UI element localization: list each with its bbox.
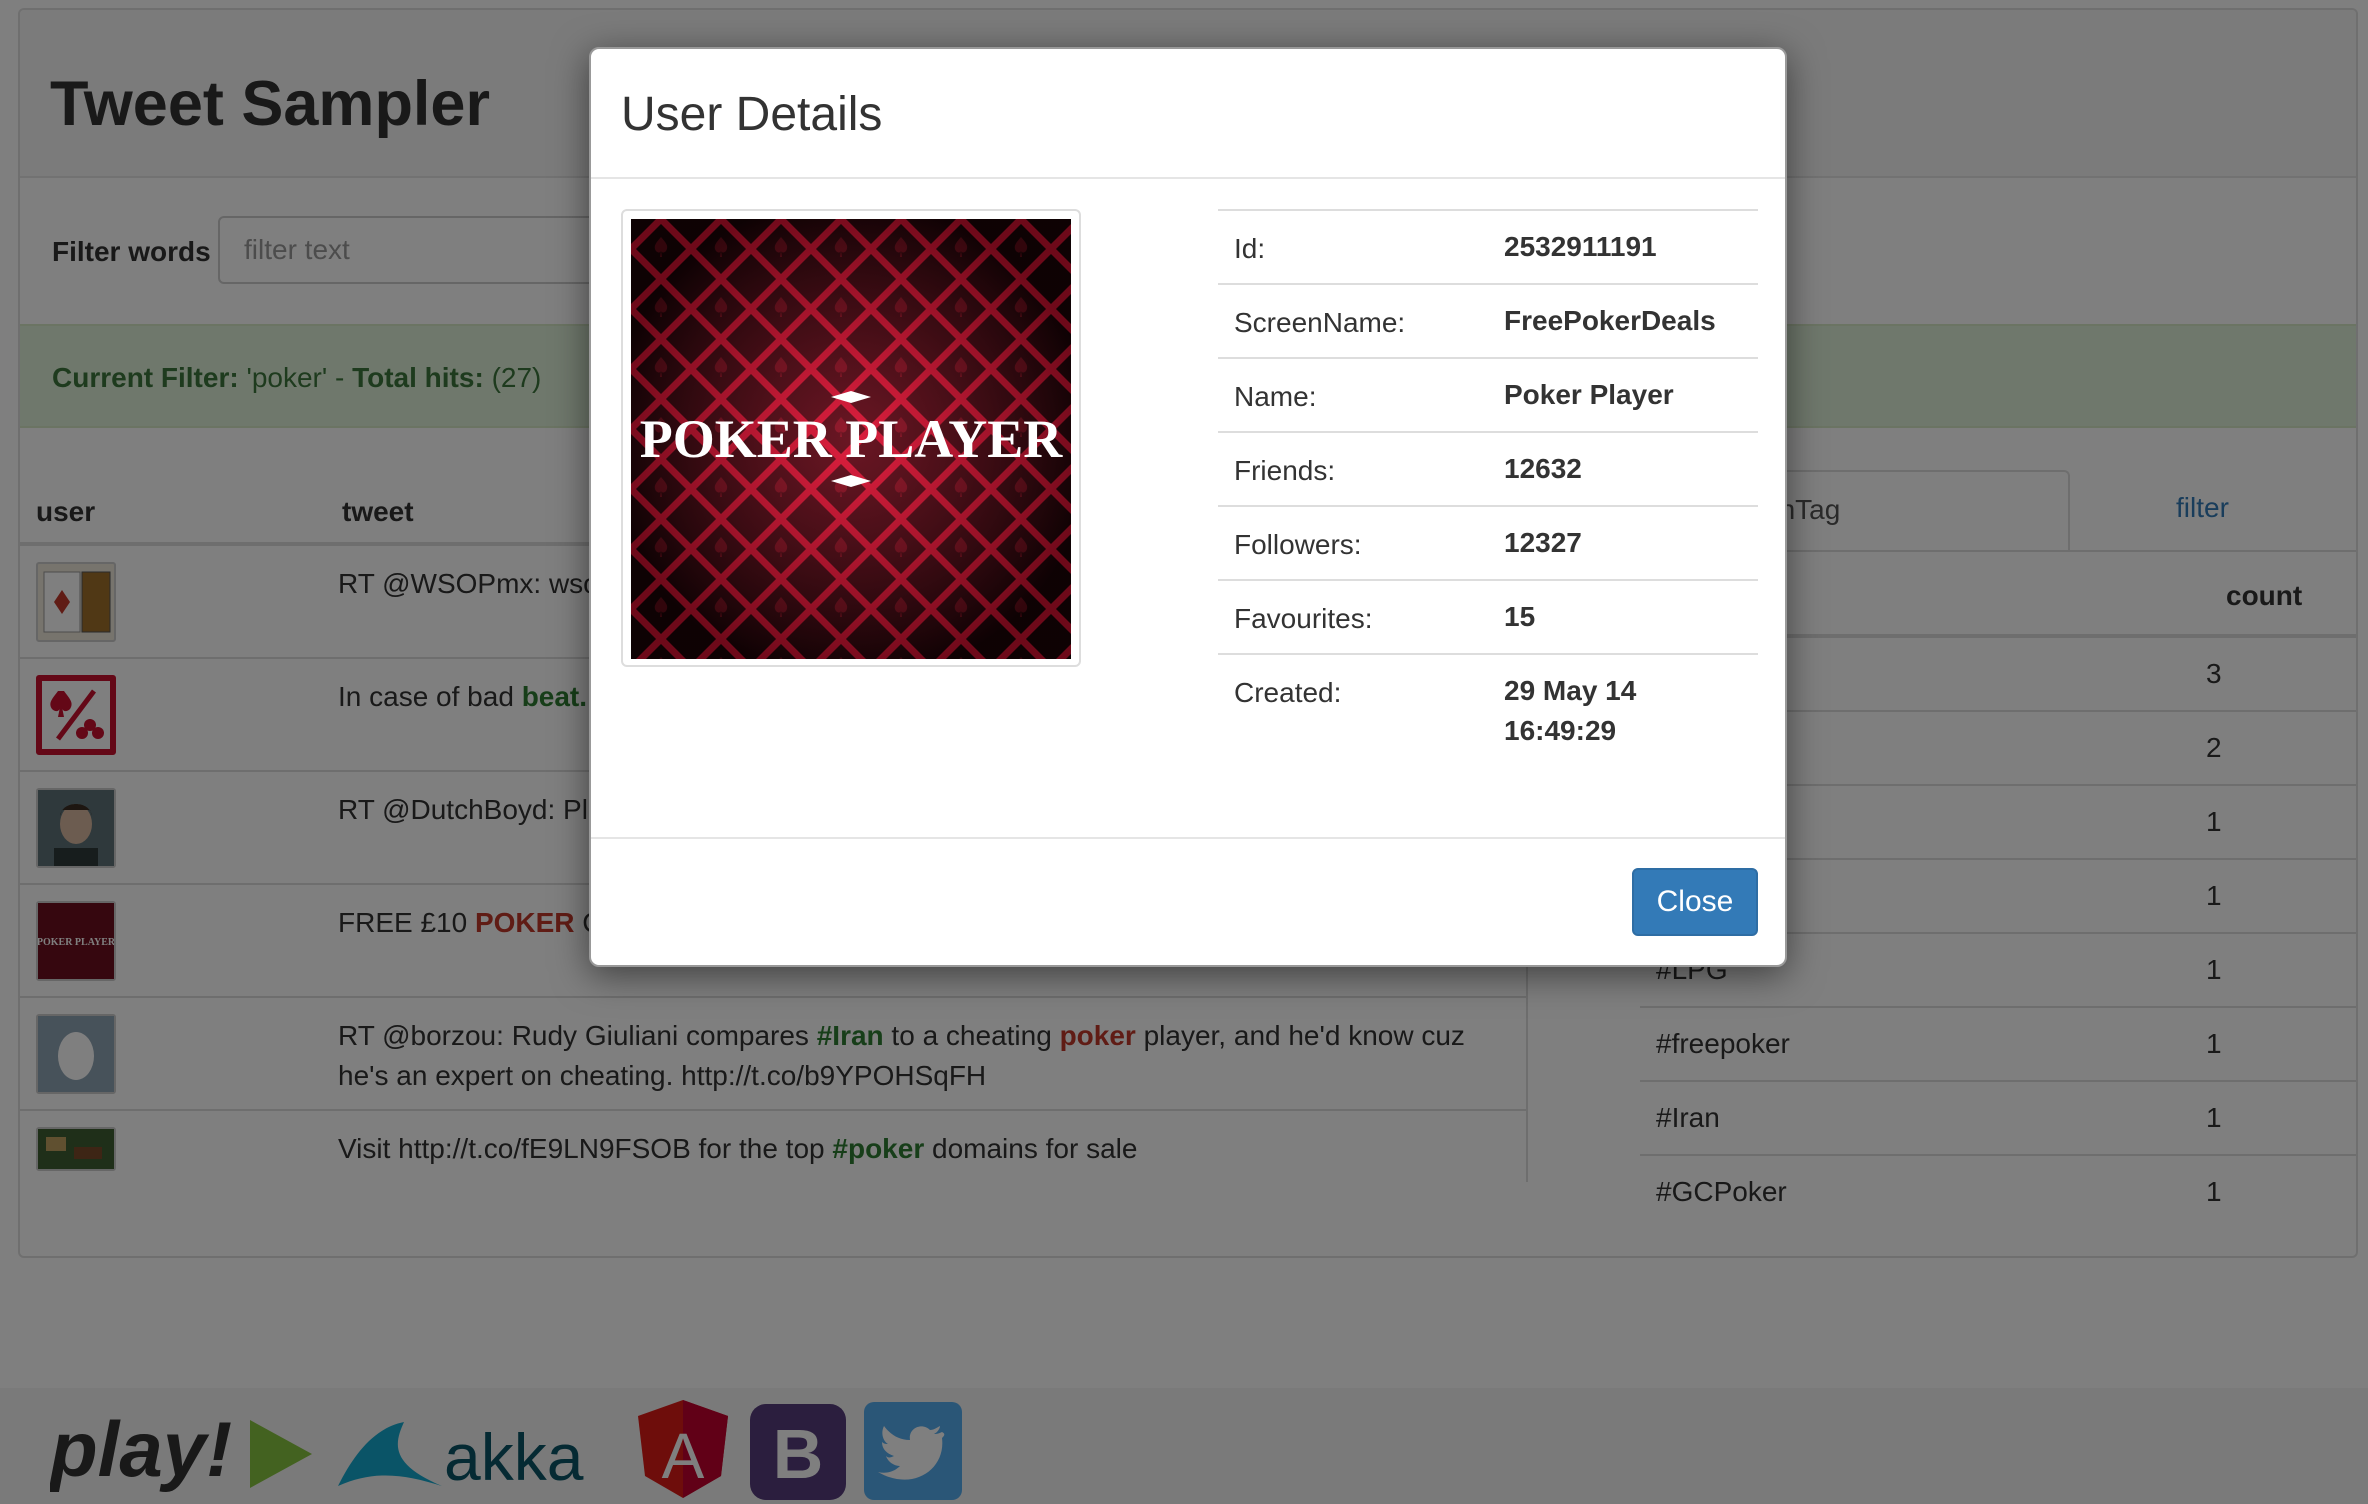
detail-value: 12632 (1504, 453, 1582, 484)
detail-label: Id: (1234, 233, 1266, 264)
detail-label: Name: (1234, 381, 1317, 412)
detail-value: Poker Player (1504, 379, 1674, 410)
profile-image-text: POKER PLAYER (640, 409, 1064, 469)
detail-label: Friends: (1234, 455, 1336, 486)
modal-footer-divider (591, 837, 1785, 839)
detail-row-name: Name: Poker Player (1218, 359, 1758, 433)
modal-header-divider (591, 177, 1785, 179)
profile-image-thumbnail: POKER PLAYER (621, 209, 1081, 667)
detail-value: 2532911191 (1504, 231, 1657, 262)
detail-value: FreePokerDeals (1504, 305, 1716, 336)
detail-row-created: Created: 29 May 14 16:49:29 (1218, 655, 1758, 765)
detail-row-favourites: Favourites: 15 (1218, 581, 1758, 655)
detail-row-id: Id: 2532911191 (1218, 211, 1758, 285)
modal-title: User Details (621, 88, 883, 141)
detail-value: 12327 (1504, 527, 1582, 558)
detail-row-screenname: ScreenName: FreePokerDeals (1218, 285, 1758, 359)
detail-row-followers: Followers: 12327 (1218, 507, 1758, 581)
user-details-table: Id: 2532911191 ScreenName: FreePokerDeals … (1218, 209, 1758, 765)
detail-label: ScreenName: (1234, 307, 1406, 338)
detail-value: 15 (1504, 601, 1536, 632)
detail-label: Created: (1234, 677, 1342, 708)
user-details-modal: User Details POKER PLAYER Id: 2532911191… (589, 47, 1787, 967)
detail-value: 29 May 14 16:49:29 (1504, 675, 1637, 746)
detail-row-friends: Friends: 12632 (1218, 433, 1758, 507)
close-button[interactable]: Close (1632, 868, 1758, 936)
detail-label: Favourites: (1234, 603, 1373, 634)
poker-player-profile-image: POKER PLAYER (631, 219, 1071, 659)
detail-label: Followers: (1234, 529, 1362, 560)
